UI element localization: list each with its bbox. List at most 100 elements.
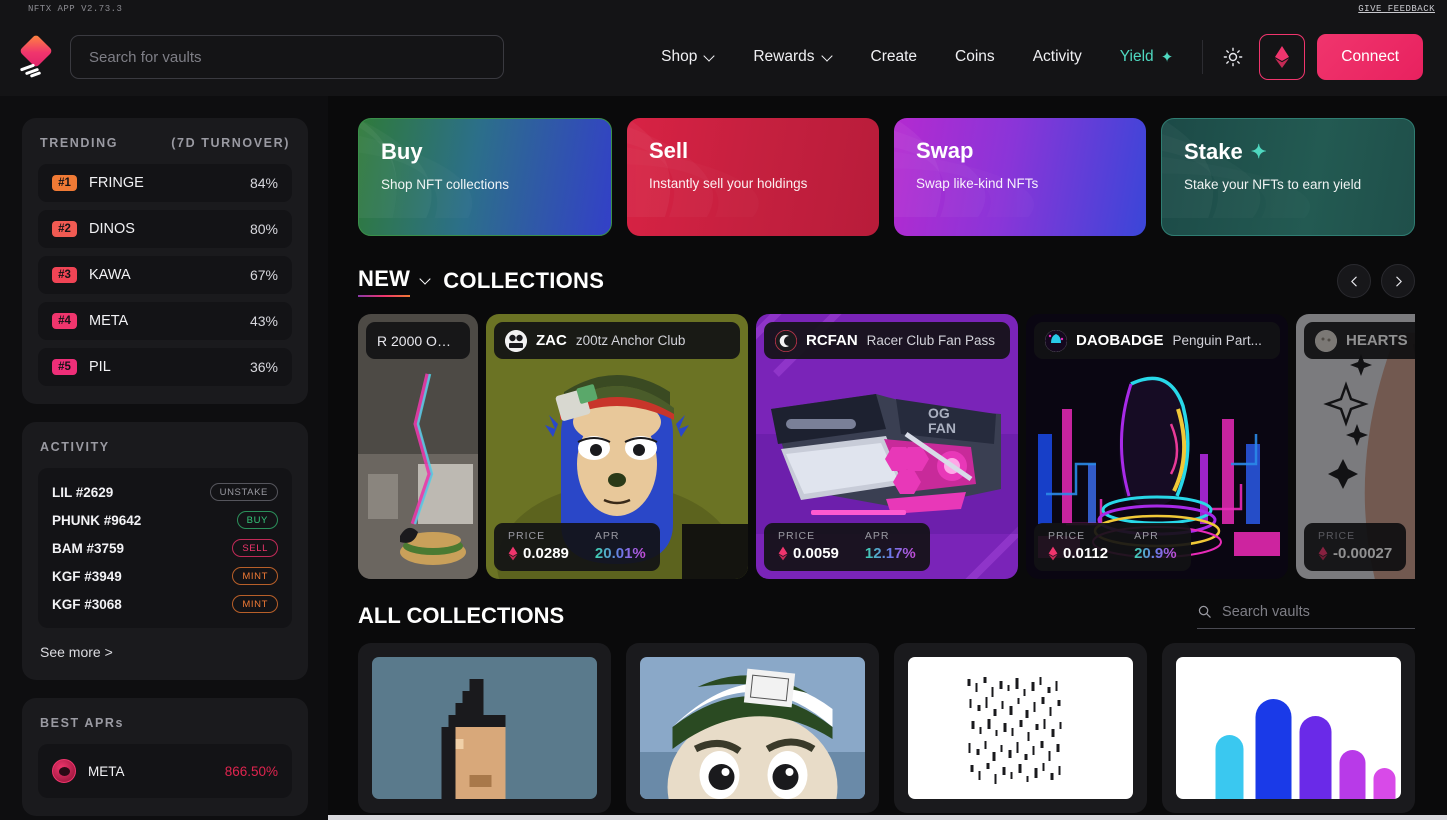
collections-filter-label[interactable]: NEW [358, 266, 411, 297]
collection-apr-block: APR 20.9% [1134, 530, 1177, 562]
sparkle-icon: ✦ [1250, 141, 1267, 163]
collection-avatar [775, 329, 797, 352]
collection-card[interactable]: DAOBADGE Penguin Part... PRICE 0.0112 AP… [1026, 314, 1288, 579]
collections-section-header: NEW COLLECTIONS [358, 264, 1415, 298]
app-header: Shop Rewards Create Coins Activity Yield… [0, 18, 1447, 96]
price-label: PRICE [1318, 530, 1356, 542]
action-card-title: Sell [649, 138, 689, 163]
collection-header: R 2000 ONLI... [366, 322, 470, 359]
apr-label: APR [1134, 530, 1159, 542]
collection-card[interactable]: R 2000 ONLI... 36% [358, 314, 478, 579]
trending-row[interactable]: #5 PIL 36% [38, 348, 292, 386]
list-item[interactable]: LIL #2629 UNSTAKE [52, 478, 278, 506]
collection-grid-card[interactable] [894, 643, 1147, 813]
collection-price-block: PRICE 0.0059 [778, 530, 839, 562]
list-item[interactable]: META 866.50% [52, 754, 278, 788]
collection-grid-card[interactable] [1162, 643, 1415, 813]
collection-price-value: 0.0112 [1063, 545, 1109, 562]
trending-header: TRENDING (7D TURNOVER) [40, 136, 290, 150]
action-card-title: Stake ✦ [1184, 139, 1392, 165]
collection-price-value: 0.0289 [523, 545, 569, 562]
action-card-sell[interactable]: Sell Instantly sell your holdings [627, 118, 879, 236]
collections-carousel[interactable]: R 2000 ONLI... 36% [358, 314, 1415, 579]
horizontal-scrollbar[interactable] [328, 815, 1447, 820]
list-item[interactable]: BAM #3759 SELL [52, 534, 278, 562]
collection-stats: PRICE 0.0112 APR 20.9% [1034, 523, 1191, 571]
collection-avatar [1045, 329, 1067, 352]
trending-row[interactable]: #3 KAWA 67% [38, 256, 292, 294]
connect-wallet-button[interactable]: Connect [1317, 34, 1423, 80]
action-card-subtitle: Shop NFT collections [381, 177, 510, 192]
all-collections-search[interactable] [1197, 603, 1415, 629]
action-card-swap[interactable]: Swap Swap like-kind NFTs [894, 118, 1146, 236]
action-card-title: Buy [381, 139, 423, 164]
main-navigation: Shop Rewards Create Coins Activity Yield… [642, 34, 1423, 80]
collection-thumbnail [908, 657, 1133, 799]
nav-item-create[interactable]: Create [852, 35, 937, 79]
collection-header: ZAC z00tz Anchor Club [494, 322, 740, 359]
avatar [52, 759, 76, 783]
trending-name: KAWA [89, 267, 131, 283]
network-selector-button[interactable] [1259, 34, 1306, 80]
chevron-down-icon [822, 52, 833, 63]
collection-name: Racer Club Fan Pass [866, 333, 995, 348]
list-item[interactable]: KGF #3949 MINT [52, 562, 278, 590]
vault-search-box[interactable] [70, 35, 504, 79]
see-more-link[interactable]: See more > [40, 644, 290, 660]
nav-label: Rewards [753, 48, 815, 65]
collection-card[interactable]: ZAC z00tz Anchor Club PRICE 0.0289 APR 2… [486, 314, 748, 579]
trending-name: META [89, 313, 129, 329]
vault-search-input[interactable] [1222, 603, 1415, 620]
nav-item-yield[interactable]: Yield ✦ [1101, 35, 1192, 79]
action-cards: Buy Shop NFT collections Sell Instantly … [358, 118, 1415, 236]
trending-rank: #5 [52, 359, 77, 375]
theme-toggle-button[interactable] [1213, 37, 1253, 77]
collection-name: Penguin Part... [1172, 333, 1262, 348]
collection-card[interactable]: HEARTS PRICE -0.00027 [1296, 314, 1415, 579]
apr-label: APR [864, 530, 890, 542]
trending-rank: #2 [52, 221, 77, 237]
collection-price-value: -0.00027 [1333, 545, 1393, 562]
nav-item-shop[interactable]: Shop [642, 35, 734, 79]
nav-item-rewards[interactable]: Rewards [734, 35, 851, 79]
nav-item-activity[interactable]: Activity [1014, 35, 1101, 79]
app-version: NFTX APP V2.73.3 [28, 4, 123, 14]
collection-grid-card[interactable] [626, 643, 879, 813]
trending-title: TRENDING [40, 136, 119, 150]
activity-item-name: LIL #2629 [52, 484, 114, 500]
nav-label: Activity [1032, 48, 1082, 65]
sidebar: TRENDING (7D TURNOVER) #1 FRINGE 84% #2 … [0, 96, 328, 820]
nav-divider [1202, 40, 1204, 74]
trending-row[interactable]: #1 FRINGE 84% [38, 164, 292, 202]
action-card-buy[interactable]: Buy Shop NFT collections [358, 118, 612, 236]
collection-card[interactable]: OG FAN RCFAN Racer Club Fan Pass PRICE 0… [756, 314, 1018, 579]
chevron-down-icon[interactable] [420, 275, 433, 288]
collection-apr-block: APR 12.17% [865, 530, 916, 562]
search-input[interactable] [89, 48, 485, 66]
svg-text:OG: OG [928, 405, 950, 421]
apr-item-name: META [88, 763, 125, 779]
status-badge: SELL [232, 539, 278, 557]
collection-stats: PRICE 0.0289 APR 20.01% [494, 523, 660, 571]
best-aprs-title: BEST APRs [40, 716, 125, 730]
nav-label: Shop [661, 48, 698, 65]
list-item[interactable]: PHUNK #9642 BUY [52, 506, 278, 534]
trending-row[interactable]: #2 DINOS 80% [38, 210, 292, 248]
carousel-prev-button[interactable] [1337, 264, 1371, 298]
trending-row[interactable]: #4 META 43% [38, 302, 292, 340]
collection-header: DAOBADGE Penguin Part... [1034, 322, 1280, 359]
nav-item-coins[interactable]: Coins [936, 35, 1014, 79]
page-body: TRENDING (7D TURNOVER) #1 FRINGE 84% #2 … [0, 96, 1447, 820]
action-card-stake[interactable]: Stake ✦ Stake your NFTs to earn yield [1161, 118, 1415, 236]
activity-header: ACTIVITY [40, 440, 290, 454]
nftx-logo[interactable] [18, 34, 54, 78]
list-item[interactable]: KGF #3068 MINT [52, 590, 278, 618]
sparkle-icon: ✦ [1160, 49, 1174, 66]
carousel-controls [1337, 264, 1415, 298]
collection-grid-card[interactable] [358, 643, 611, 813]
carousel-next-button[interactable] [1381, 264, 1415, 298]
give-feedback-link[interactable]: GIVE FEEDBACK [1358, 4, 1435, 14]
trending-percent: 36% [249, 359, 278, 375]
chevron-right-icon [1395, 276, 1402, 286]
search-icon [1198, 605, 1211, 618]
